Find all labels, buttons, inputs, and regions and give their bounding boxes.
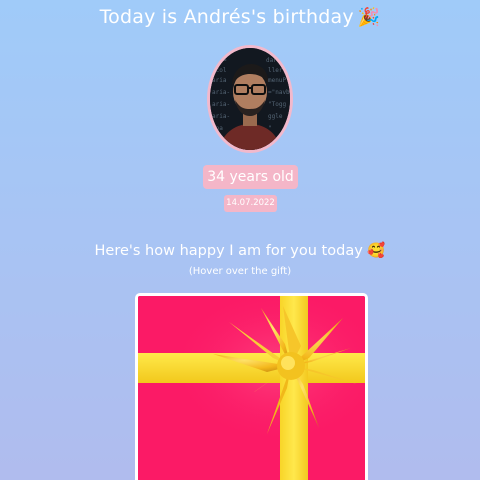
svg-text:ype=: ype= [212, 57, 227, 64]
avatar: ype= dark "col ller aria menuP aria- ="navb … [207, 45, 293, 153]
happy-message: Here's how happy I am for you today 🥰 [0, 242, 480, 259]
svg-text:ggle: ggle [268, 113, 283, 120]
gift-box-icon [138, 296, 365, 480]
age-badge: 34 years old [203, 165, 298, 189]
birthday-date-badge: 14.07.2022 [224, 195, 277, 212]
page-title-text: Today is Andrés's birthday [99, 6, 354, 28]
svg-text:"col: "col [212, 67, 227, 74]
happy-message-text: Here's how happy I am for you today [94, 243, 363, 259]
hover-hint: (Hover over the gift) [188, 266, 292, 277]
svg-text:menuP: menuP [268, 77, 286, 84]
svg-text:aria-: aria- [212, 89, 230, 96]
svg-text:aria-: aria- [212, 101, 230, 108]
svg-text:spa: spa [212, 125, 223, 132]
smiling-face-with-hearts-icon: 🥰 [367, 243, 386, 259]
svg-text:dark: dark [266, 57, 281, 64]
gift-box[interactable] [135, 293, 368, 480]
svg-text:ller: ller [268, 67, 283, 74]
party-popper-icon: 🎉 [357, 7, 381, 28]
svg-text:="navb: ="navb [268, 89, 290, 96]
page-title: Today is Andrés's birthday 🎉 [0, 6, 480, 28]
svg-text:aria: aria [212, 77, 227, 84]
svg-text:aria-: aria- [212, 113, 230, 120]
svg-text:"Togg: "Togg [268, 101, 286, 108]
